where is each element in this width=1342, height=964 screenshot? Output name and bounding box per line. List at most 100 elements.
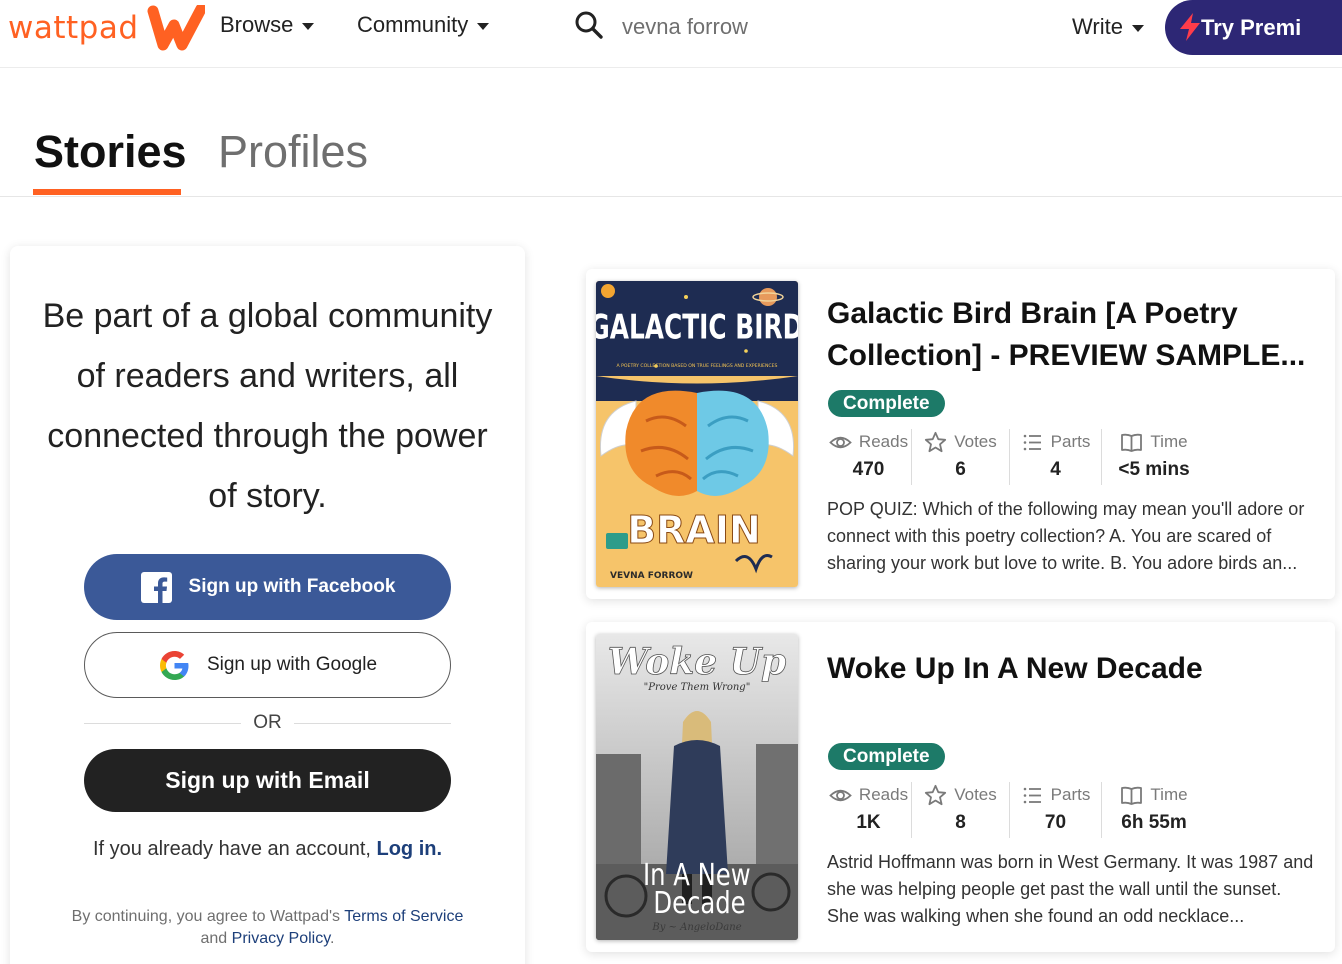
legal-notice: By continuing, you agree to Wattpad's Te… [70, 906, 465, 950]
stat-label: Reads [858, 432, 909, 451]
stat-votes: Votes 6 [912, 429, 1010, 485]
book-icon [1121, 433, 1143, 452]
chevron-down-icon [477, 22, 490, 30]
reads-count: 1K [856, 812, 881, 833]
divider-line [293, 722, 451, 724]
story-title[interactable]: Galactic Bird Brain [A Poetry Collection… [827, 293, 1307, 377]
privacy-policy-link[interactable]: Privacy Policy [232, 930, 330, 947]
eye-icon [829, 436, 852, 448]
stat-parts: Parts 4 [1010, 429, 1102, 485]
write-label: Write [1072, 14, 1123, 39]
stat-votes-label-row: Votes [924, 782, 997, 808]
google-icon [159, 650, 189, 680]
google-signup-button[interactable]: Sign up with Google [84, 632, 451, 698]
reading-time: 6h 55m [1121, 812, 1187, 833]
stat-parts-label-row: Parts [1021, 782, 1091, 808]
woke-up-cover: Woke Up "Prove Them Wrong" In A New Deca… [596, 634, 798, 940]
facebook-icon [140, 571, 172, 603]
search-input[interactable] [622, 12, 982, 42]
top-navbar: wattpad Browse Community Write Try Premi [0, 0, 1342, 68]
reading-time: <5 mins [1118, 459, 1190, 480]
story-description: POP QUIZ: Which of the following may mea… [827, 499, 1305, 573]
cover-tagline: "Prove Them Wrong" [644, 682, 751, 693]
book-icon [1121, 786, 1143, 805]
email-signup-button[interactable]: Sign up with Email [84, 749, 451, 812]
logo-wordmark: wattpad [8, 10, 139, 46]
stat-label: Votes [954, 432, 997, 451]
cover-title-bottom: BRAIN [627, 508, 761, 552]
community-menu[interactable]: Community [357, 10, 490, 40]
search-icon[interactable] [574, 10, 604, 40]
legal-suffix: . [330, 930, 335, 947]
list-icon [1023, 787, 1041, 803]
story-cover-image[interactable]: GALACTIC BIRD A POETRY COLLECTION BASED … [596, 281, 798, 587]
login-prompt: If you already have an account, Log in. [30, 838, 505, 861]
cover-title-bottom-2: Decade [653, 886, 745, 920]
cover-title-top: GALACTIC BIRD [596, 307, 798, 347]
stat-parts: Parts 70 [1010, 782, 1102, 838]
or-divider: OR [84, 710, 451, 736]
stat-time: Time 6h 55m [1102, 782, 1206, 838]
stat-label: Parts [1050, 432, 1091, 451]
legal-and: and [200, 930, 232, 947]
chevron-down-icon [1131, 24, 1144, 32]
galactic-bird-brain-cover: GALACTIC BIRD A POETRY COLLECTION BASED … [596, 281, 798, 587]
google-signup-label: Sign up with Google [206, 654, 378, 675]
login-prompt-text: If you already have an account, [92, 838, 377, 860]
stat-time: Time <5 mins [1102, 429, 1206, 485]
signup-card: Be part of a global community of readers… [10, 246, 525, 964]
votes-count: 8 [955, 812, 966, 833]
or-label: OR [253, 712, 282, 733]
legal-prefix: By continuing, you agree to Wattpad's [71, 908, 345, 925]
stat-reads: Reads 1K [826, 782, 912, 838]
status-badge: Complete [828, 743, 945, 770]
story-cover-image[interactable]: Woke Up "Prove Them Wrong" In A New Deca… [596, 634, 798, 940]
stat-label: Parts [1050, 785, 1091, 804]
cover-title-top: Woke Up [608, 641, 786, 683]
cover-author: VEVNA FORROW [610, 571, 693, 581]
list-icon [1023, 434, 1041, 450]
chevron-down-icon [302, 22, 315, 30]
stat-label: Time [1150, 432, 1188, 451]
results-tabs: Stories Profiles [0, 68, 1342, 197]
lightning-bolt-icon [1180, 13, 1200, 41]
stat-reads-label-row: Reads [829, 429, 908, 455]
story-card[interactable]: Woke Up "Prove Them Wrong" In A New Deca… [586, 622, 1335, 952]
reads-count: 470 [852, 459, 885, 480]
signup-headline: Be part of a global community of readers… [42, 297, 493, 515]
stat-parts-label-row: Parts [1021, 429, 1091, 455]
stat-votes: Votes 8 [912, 782, 1010, 838]
stat-label: Votes [954, 785, 997, 804]
star-icon [925, 784, 947, 805]
email-signup-label: Sign up with Email [165, 767, 370, 793]
browse-label: Browse [220, 12, 294, 37]
eye-icon [829, 789, 852, 801]
parts-count: 4 [1050, 459, 1061, 480]
stat-reads-label-row: Reads [829, 782, 908, 808]
story-card[interactable]: GALACTIC BIRD A POETRY COLLECTION BASED … [586, 269, 1335, 599]
star-icon [925, 431, 947, 452]
facebook-signup-button[interactable]: Sign up with Facebook [84, 554, 451, 620]
tab-stories[interactable]: Stories [34, 126, 187, 178]
votes-count: 6 [955, 459, 966, 480]
tab-profiles[interactable]: Profiles [218, 126, 368, 178]
facebook-signup-label: Sign up with Facebook [188, 576, 396, 597]
story-title[interactable]: Woke Up In A New Decade [827, 648, 1307, 690]
cover-subtitle: A POETRY COLLECTION BASED ON TRUE FEELIN… [617, 363, 778, 369]
wattpad-w-icon [147, 5, 205, 51]
community-label: Community [357, 12, 469, 37]
story-stats: Reads 470 Votes 6 Parts 4 Time <5 mins [826, 429, 1206, 485]
write-menu[interactable]: Write [1072, 12, 1144, 42]
story-stats: Reads 1K Votes 8 Parts 70 Time 6h 55m [826, 782, 1206, 838]
wattpad-logo[interactable]: wattpad [8, 4, 205, 52]
stat-label: Time [1150, 785, 1188, 804]
cover-byline: By ~ AngeloDane [651, 922, 741, 933]
try-premium-button[interactable]: Try Premi [1165, 0, 1342, 55]
status-badge: Complete [828, 390, 945, 417]
login-link[interactable]: Log in. [376, 838, 442, 860]
stat-reads: Reads 470 [826, 429, 912, 485]
terms-of-service-link[interactable]: Terms of Service [344, 908, 463, 925]
browse-menu[interactable]: Browse [220, 10, 315, 40]
parts-count: 70 [1044, 812, 1067, 833]
divider-line [84, 722, 242, 724]
